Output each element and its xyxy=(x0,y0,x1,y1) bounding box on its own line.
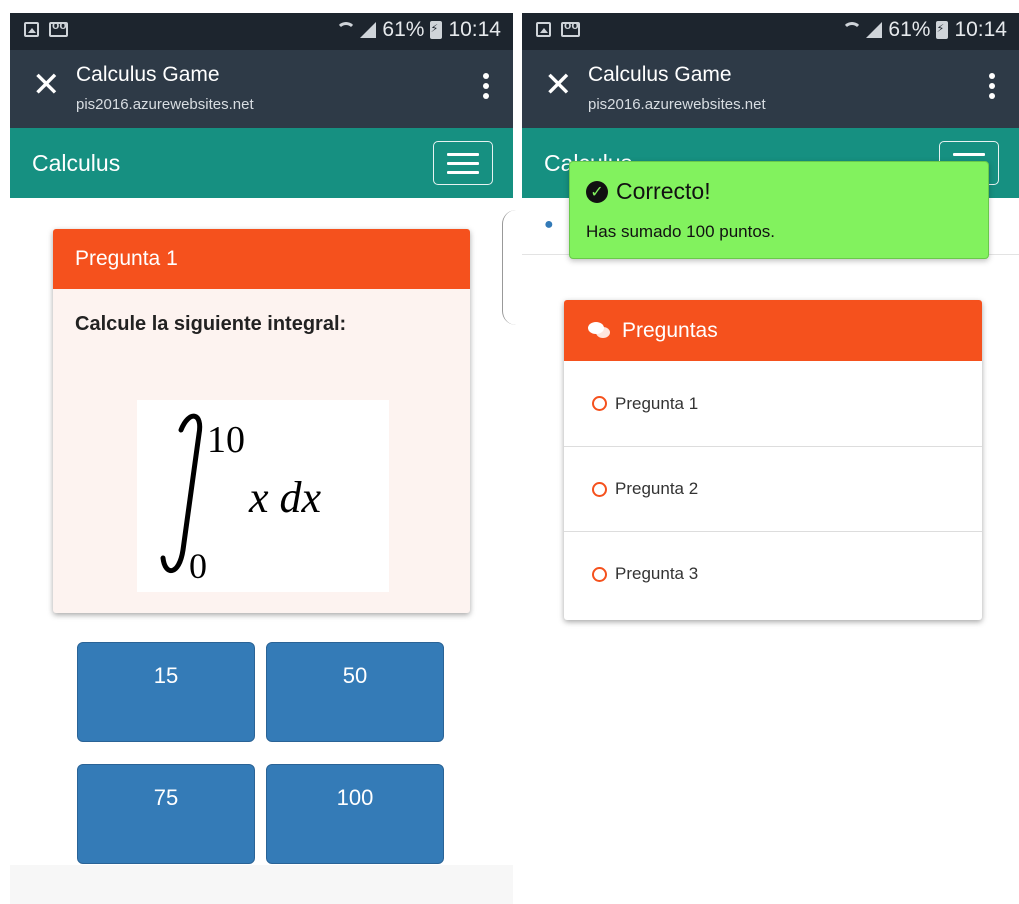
status-bar: 61% 10:14 xyxy=(522,13,1019,50)
app-bar: ✕ Calculus Game pis2016.azurewebsites.ne… xyxy=(522,50,1019,128)
integrand: x dx xyxy=(248,473,322,522)
navbar: Calculus xyxy=(10,128,513,198)
battery-percent: 61% xyxy=(382,18,425,41)
circle-icon xyxy=(592,396,607,411)
question-list-label: Pregunta 3 xyxy=(615,564,699,583)
hamburger-menu-button[interactable] xyxy=(433,141,493,185)
questions-header: Preguntas xyxy=(564,300,982,361)
question-list-label: Pregunta 2 xyxy=(615,479,699,498)
page-edge-indicator xyxy=(502,210,517,325)
questions-panel: Preguntas Pregunta 1 Pregunta 2 Pregunta… xyxy=(564,300,982,620)
question-list-item-3[interactable]: Pregunta 3 xyxy=(564,531,982,616)
battery-percent: 61% xyxy=(888,18,931,41)
answer-button-1[interactable]: 15 xyxy=(77,642,255,742)
lower-limit: 0 xyxy=(189,546,207,586)
answer-button-2[interactable]: 50 xyxy=(266,642,444,742)
toast-message: Has sumado 100 puntos. xyxy=(586,222,776,241)
upper-limit: 10 xyxy=(207,419,245,461)
clock: 10:14 xyxy=(448,18,501,41)
comments-icon: ● xyxy=(544,216,554,233)
question-panel: Pregunta 1 Calcule la siguiente integral… xyxy=(53,229,470,613)
toast-title: Correcto! xyxy=(616,178,711,204)
gallery-notification-icon xyxy=(536,22,551,37)
right-screen: 61% 10:14 ✕ Calculus Game pis2016.azurew… xyxy=(522,13,1019,904)
integral-formula: 10 0 x dx xyxy=(137,400,389,592)
signal-icon xyxy=(360,22,377,38)
clock: 10:14 xyxy=(954,18,1007,41)
circle-icon xyxy=(592,481,607,497)
overflow-menu-icon[interactable] xyxy=(989,73,995,99)
check-circle-icon: ✓ xyxy=(586,180,608,203)
voicemail-icon xyxy=(561,18,580,37)
app-url: pis2016.azurewebsites.net xyxy=(76,96,254,113)
status-bar: 61% 10:14 xyxy=(10,13,513,50)
battery-charging-icon xyxy=(936,21,949,39)
signal-icon xyxy=(866,22,883,38)
app-title: Calculus Game xyxy=(76,63,220,86)
question-list-label: Pregunta 1 xyxy=(615,393,699,413)
circle-icon xyxy=(592,566,607,582)
success-toast: ✓ Correcto! Has sumado 100 puntos. xyxy=(569,161,989,259)
close-icon[interactable]: ✕ xyxy=(32,68,61,102)
questions-title: Preguntas xyxy=(622,318,718,342)
wifi-icon xyxy=(842,22,863,38)
answer-button-3[interactable]: 75 xyxy=(77,764,255,864)
answer-button-4[interactable]: 100 xyxy=(266,764,444,864)
question-header: Pregunta 1 xyxy=(53,229,470,289)
app-title: Calculus Game xyxy=(588,63,732,86)
wifi-icon xyxy=(336,22,357,38)
question-list-item-2[interactable]: Pregunta 2 xyxy=(564,446,982,531)
footer-strip xyxy=(10,865,513,904)
comments-icon xyxy=(588,321,612,340)
voicemail-icon xyxy=(49,18,68,37)
navbar-brand[interactable]: Calculus xyxy=(32,150,120,177)
left-screen: 61% 10:14 ✕ Calculus Game pis2016.azurew… xyxy=(10,13,513,904)
gallery-notification-icon xyxy=(24,22,39,37)
question-prompt: Calcule la siguiente integral: xyxy=(75,313,347,335)
overflow-menu-icon[interactable] xyxy=(483,73,489,99)
question-list-item-1[interactable]: Pregunta 1 xyxy=(564,361,982,446)
battery-charging-icon xyxy=(430,21,443,39)
app-url: pis2016.azurewebsites.net xyxy=(588,96,766,113)
app-bar: ✕ Calculus Game pis2016.azurewebsites.ne… xyxy=(10,50,513,128)
close-icon[interactable]: ✕ xyxy=(544,68,573,102)
